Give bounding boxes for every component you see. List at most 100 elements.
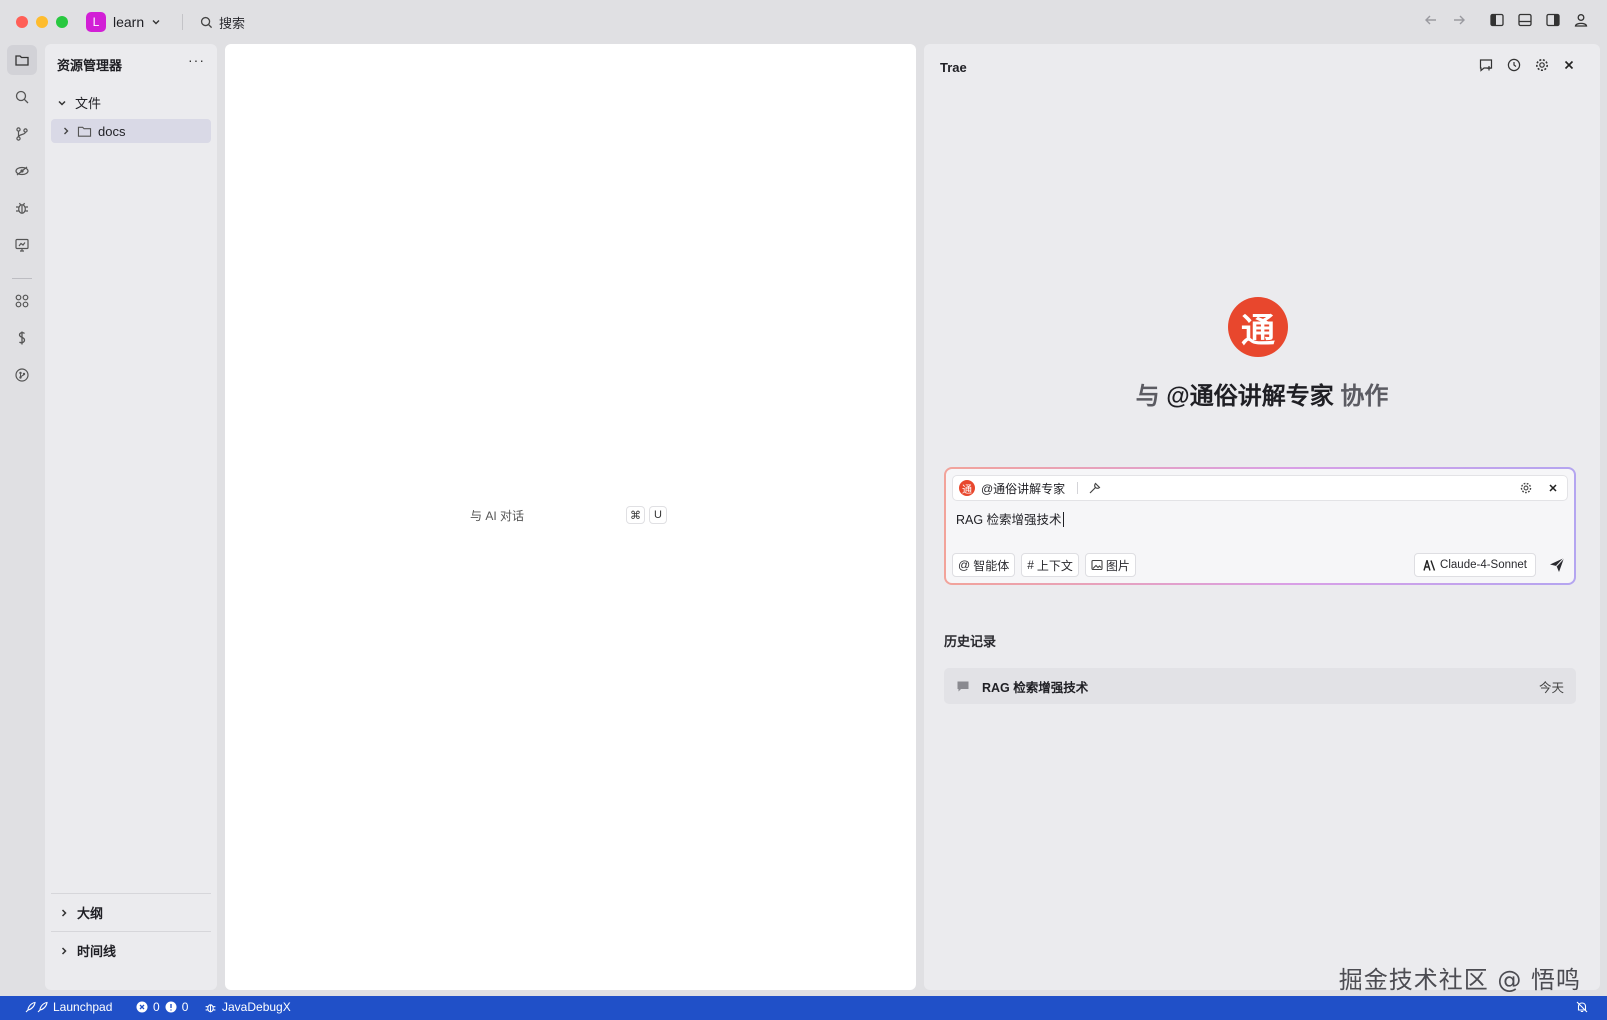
arrow-left-icon[interactable]: [1423, 12, 1439, 28]
more-actions-button[interactable]: ···: [188, 52, 205, 68]
collab-heading: 与 @通俗讲解专家 协作: [924, 376, 1600, 411]
chevron-right-icon: [61, 908, 67, 917]
shortcut-key: U: [649, 506, 667, 524]
window-controls: [16, 16, 68, 28]
shortcut-modifier-key: ⌘: [626, 506, 645, 524]
selected-agent-bar: 通 @通俗讲解专家: [952, 475, 1568, 501]
tree-item-docs[interactable]: docs: [51, 119, 211, 143]
activity-bar: [0, 44, 44, 996]
tools-icon[interactable]: [1088, 481, 1102, 495]
timeline-label: 时间线: [77, 944, 117, 959]
chevron-right-icon: [64, 127, 69, 135]
settings-icon[interactable]: [1534, 57, 1550, 73]
add-context-label: 上下文: [1036, 558, 1073, 573]
extensions-icon[interactable]: [7, 286, 37, 316]
project-switcher[interactable]: L learn: [86, 12, 161, 32]
agent-chip-divider: [1077, 482, 1079, 494]
account-icon[interactable]: [1573, 12, 1589, 28]
mention-agent-button[interactable]: @ 智能体: [952, 553, 1016, 577]
history-icon[interactable]: [1506, 57, 1522, 73]
titlebar-actions: [1423, 12, 1589, 28]
toggle-primary-sidebar-icon[interactable]: [1489, 12, 1505, 28]
close-icon[interactable]: [1562, 58, 1576, 72]
zoom-window-button[interactable]: [56, 16, 68, 28]
chat-input-box: 通 @通俗讲解专家 RAG 检索增强技术 @ 智能体 # 上下文 图片 Clau…: [944, 467, 1576, 585]
chevron-down-icon: [152, 20, 160, 25]
agent-chip-logo: 通: [959, 480, 975, 496]
rocket-icon: [25, 1001, 48, 1012]
agent-settings-icon[interactable]: [1519, 481, 1533, 495]
send-icon[interactable]: [1548, 556, 1566, 574]
folder-icon: [77, 126, 92, 137]
new-chat-icon[interactable]: [1478, 57, 1494, 73]
remote-explorer-icon[interactable]: [7, 156, 37, 186]
at-icon: @: [958, 558, 971, 572]
toggle-secondary-sidebar-icon[interactable]: [1545, 12, 1561, 28]
warning-icon: [165, 1001, 177, 1013]
debug-status[interactable]: JavaDebugX: [204, 1000, 291, 1014]
timeline-section-header[interactable]: 时间线: [51, 931, 211, 969]
watermark: 掘金技术社区 @ 悟鸣: [1338, 966, 1581, 994]
error-icon: [136, 1001, 148, 1013]
notifications-status[interactable]: [1575, 1000, 1589, 1014]
image-icon: [1091, 559, 1103, 571]
chat-input[interactable]: RAG 检索增强技术: [956, 509, 1064, 528]
explorer-title: 资源管理器: [57, 58, 123, 73]
explorer-sidebar: 资源管理器 ··· 文件 docs 大纲 时间线: [45, 44, 217, 990]
close-window-button[interactable]: [16, 16, 28, 28]
history-item[interactable]: RAG 检索增强技术 今天: [944, 668, 1576, 704]
hash-icon: #: [1027, 558, 1034, 572]
project-name: learn: [113, 14, 145, 30]
debug-label: JavaDebugX: [222, 1000, 291, 1014]
minimize-window-button[interactable]: [36, 16, 48, 28]
chat-input-value: RAG 检索增强技术: [956, 513, 1062, 527]
arrow-right-icon[interactable]: [1451, 12, 1467, 28]
chat-tool-buttons: @ 智能体 # 上下文 图片: [952, 553, 1136, 577]
files-section-header[interactable]: 文件: [57, 93, 101, 112]
title-bar: L learn 搜索: [0, 0, 1607, 44]
anthropic-icon: [1423, 559, 1436, 571]
panel-actions: [1478, 57, 1576, 73]
chevron-down-icon: [58, 100, 66, 106]
outline-label: 大纲: [77, 906, 104, 921]
editor-area[interactable]: 与 AI 对话 ⌘ U: [225, 44, 916, 990]
explorer-icon[interactable]: [7, 45, 37, 75]
outline-section-header[interactable]: 大纲: [51, 893, 211, 931]
history-title: 历史记录: [944, 634, 997, 649]
launchpad-label: Launchpad: [53, 1000, 113, 1014]
snippets-icon[interactable]: [7, 323, 37, 353]
trae-ai-panel: Trae 通 与 @通俗讲解专家 协作 通 @通俗讲解专家 RAG 检索增强技术: [924, 44, 1600, 990]
debug-icon[interactable]: [7, 193, 37, 223]
toggle-panel-icon[interactable]: [1517, 12, 1533, 28]
collab-prefix: 与: [1135, 383, 1160, 410]
mention-agent-label: 智能体: [973, 558, 1010, 573]
collab-suffix: 协作: [1340, 383, 1389, 410]
history-item-date: 今天: [1538, 680, 1564, 695]
problems-status[interactable]: 0 0: [136, 1000, 188, 1014]
git-graph-icon[interactable]: [7, 360, 37, 390]
agent-logo: 通: [1228, 297, 1288, 357]
bell-muted-icon: [1576, 1001, 1588, 1013]
search-icon: [200, 16, 213, 29]
search-view-icon[interactable]: [7, 82, 37, 112]
ai-chat-hint-label: 与 AI 对话: [470, 508, 525, 523]
remove-agent-icon[interactable]: [1547, 482, 1559, 494]
model-selector[interactable]: Claude-4-Sonnet: [1414, 553, 1536, 577]
search-label: 搜索: [219, 16, 246, 31]
command-search[interactable]: 搜索: [200, 13, 245, 32]
editor-empty-hint: 与 AI 对话 ⌘ U: [470, 506, 667, 524]
add-context-button[interactable]: # 上下文: [1021, 553, 1079, 577]
chevron-right-icon: [61, 946, 67, 955]
source-control-icon[interactable]: [7, 119, 37, 149]
launchpad-status[interactable]: Launchpad: [24, 1000, 112, 1014]
status-bar: Launchpad 0 0 JavaDebugX: [0, 996, 1607, 1020]
add-image-button[interactable]: 图片: [1084, 553, 1136, 577]
preview-icon[interactable]: [7, 230, 37, 260]
error-count: 0: [153, 1000, 160, 1014]
tree-item-label: docs: [98, 123, 126, 139]
files-section-label: 文件: [75, 96, 102, 111]
agent-chip-name: @通俗讲解专家: [981, 481, 1066, 496]
debug-bug-icon: [205, 1003, 216, 1012]
titlebar-divider: [182, 14, 183, 30]
text-caret: [1062, 512, 1064, 527]
